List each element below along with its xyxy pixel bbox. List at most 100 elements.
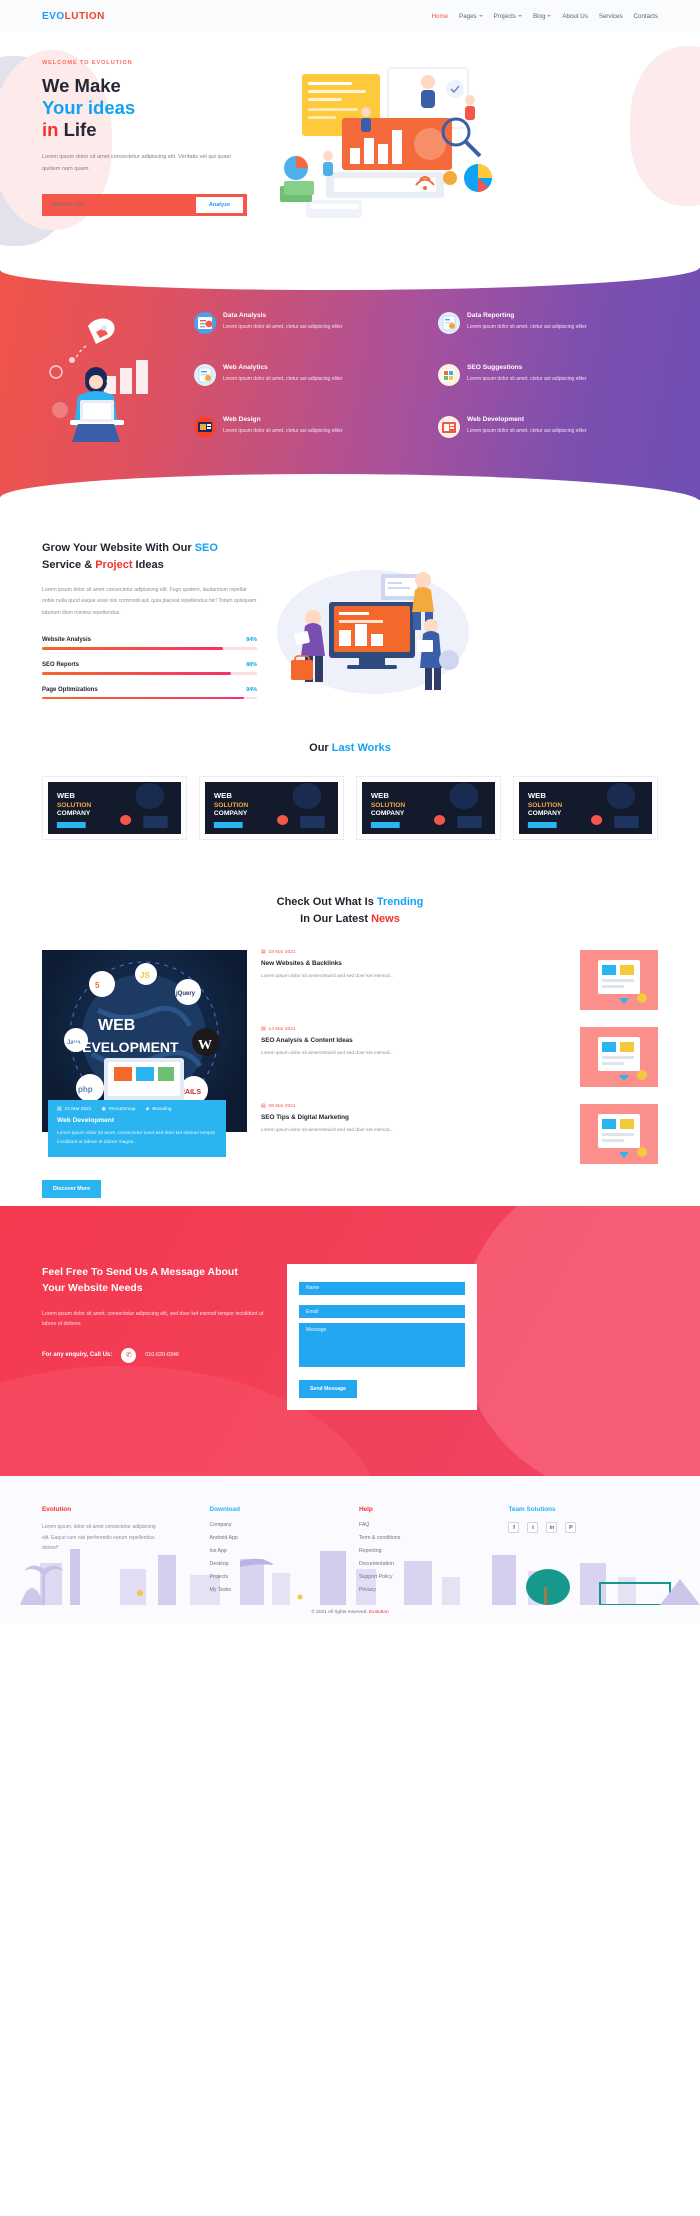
footer-brand-text: Lorem ipsum, dolor sit amet consectetur …: [42, 1524, 156, 1552]
grow-section: Grow Your Website With Our SEO Service &…: [0, 500, 700, 728]
svg-text:WEB: WEB: [98, 1017, 135, 1034]
analyze-button[interactable]: Analyze: [195, 196, 243, 213]
footer-link-desktop[interactable]: Desktop: [209, 1561, 359, 1567]
site-logo[interactable]: EVOLUTION: [42, 11, 105, 22]
progress-fill: [42, 671, 232, 675]
grow-paragraph: Lorem ipsum dolor sit amet consectetur a…: [42, 587, 257, 616]
featured-article[interactable]: 5 JS jQuery W RAILS Java php WEB DEVELOP…: [42, 950, 247, 1157]
news-item-date-text: 18 Mar 2021: [268, 950, 296, 956]
news-item-date-text: 06 Mar 2021: [268, 1104, 296, 1110]
progress-label: Page Optimizations: [42, 686, 98, 693]
works-title-a: Our: [309, 742, 332, 754]
nav-item-contacts[interactable]: Contacts: [634, 13, 658, 20]
hero-section: WELCOME TO EVOLUTION We Make Your ideas …: [0, 32, 700, 260]
progress-label: Website Analysis: [42, 637, 92, 644]
news-list-item[interactable]: ▤ 06 Mar 2021 SEO Tips & Digital Marketin…: [261, 1104, 658, 1165]
facebook-icon[interactable]: f: [508, 1522, 520, 1534]
footer-link-terms[interactable]: Term & conditions: [359, 1535, 509, 1541]
calendar-icon: ▤: [261, 950, 266, 956]
grow-title-c: Ideas: [132, 558, 164, 571]
service-item-web-analytics[interactable]: Web Analytics Lorem ipsum dolor sit amet…: [194, 364, 422, 400]
service-item-data-analysis[interactable]: Data Analysis Lorem ipsum dolor sit amet…: [194, 312, 422, 348]
footer-link-faq[interactable]: FAQ: [359, 1522, 509, 1528]
url-analyze-bar: Analyze: [42, 193, 247, 216]
news-list-item[interactable]: ▤ 14 Mar 2021 SEO Analysis & Content Idea…: [261, 1027, 658, 1088]
nav-item-services[interactable]: Services: [599, 13, 623, 20]
service-item-web-design[interactable]: Web Design Lorem ipsum dolor sit amet, c…: [194, 416, 422, 452]
grow-heading: Grow Your Website With Our SEO Service &…: [42, 540, 257, 573]
contact-call-label: For any enquiry, Call Us:: [42, 1352, 113, 1359]
service-title: Web Design: [223, 416, 261, 423]
service-desc: Lorem ipsum dolor sit amet, ctetur aoi a…: [223, 324, 343, 330]
pinterest-icon[interactable]: P: [565, 1522, 577, 1534]
logo-part-evo: EVO: [42, 10, 65, 22]
service-item-data-reporting[interactable]: Data Reporting Lorem ipsum dolor sit ame…: [438, 312, 666, 348]
web-analytics-icon: [194, 364, 216, 386]
top-navbar: EVOLUTION Home Pages Projects Blog About…: [0, 0, 700, 32]
news-item-thumbnail: [580, 950, 658, 1011]
nav-label: Blog: [533, 12, 546, 20]
svg-text:W: W: [198, 1038, 212, 1053]
news-title-a: Check Out What Is: [276, 896, 377, 908]
footer-link-ios-app[interactable]: Ios App: [209, 1548, 359, 1554]
nav-item-pages[interactable]: Pages: [459, 13, 483, 20]
svg-text:WEB: WEB: [214, 791, 232, 800]
news-title-news: News: [371, 913, 400, 926]
contact-message-input[interactable]: [299, 1323, 465, 1368]
work-card[interactable]: WEB SOLUTION COMPANY: [356, 776, 501, 840]
grow-illustration: [273, 540, 658, 720]
discover-more-button[interactable]: Discover More: [42, 1180, 102, 1199]
svg-text:COMPANY: COMPANY: [528, 810, 562, 817]
footer-link-company[interactable]: Company: [209, 1522, 359, 1528]
footer-link-reporting[interactable]: Reporting: [359, 1548, 509, 1554]
nav-item-projects[interactable]: Projects: [494, 13, 522, 20]
footer-link-support-policy[interactable]: Support Policy: [359, 1574, 509, 1580]
send-message-button[interactable]: Send Message: [299, 1380, 358, 1399]
work-thumbnail: WEB SOLUTION COMPANY: [48, 782, 181, 834]
footer-link-privacy[interactable]: Privacy: [359, 1587, 509, 1593]
footer-brand-col: Evolution Lorem ipsum, dolor sit amet co…: [42, 1506, 209, 1600]
linkedin-icon[interactable]: in: [546, 1522, 558, 1534]
footer-link-android-app[interactable]: Android App: [209, 1535, 359, 1541]
calendar-icon: ▤: [261, 1027, 266, 1033]
progress-row-page-optimizations: Page Optimizations 94%: [42, 687, 257, 700]
nav-label: Home: [431, 12, 449, 20]
chevron-down-icon: [547, 15, 552, 17]
nav-label: Services: [598, 12, 623, 20]
svg-text:WEB: WEB: [528, 791, 546, 800]
news-list-item[interactable]: ▤ 18 Mar 2021 New Websites & Backlinks Lo…: [261, 950, 658, 1011]
data-reporting-icon: [438, 312, 460, 334]
work-card[interactable]: WEB SOLUTION COMPANY: [199, 776, 344, 840]
contact-title-line2: Your Website Needs: [42, 1282, 143, 1295]
news-title-trending: Trending: [376, 896, 424, 908]
service-title: SEO Suggestions: [467, 364, 523, 371]
nav-item-about-us[interactable]: About Us: [562, 13, 587, 20]
contact-name-input[interactable]: [299, 1281, 465, 1295]
footer-link-documentation[interactable]: Documentation: [359, 1561, 509, 1567]
contact-phone-number: 010-020-0346: [145, 1352, 179, 1359]
hero-line-1: We Make: [42, 75, 121, 96]
news-item-thumbnail: [580, 1104, 658, 1165]
service-item-seo-suggestions[interactable]: SEO Suggestions Lorem ipsum dolor sit am…: [438, 364, 666, 400]
progress-value: 94%: [246, 686, 257, 693]
logo-part-lution: LUTION: [64, 10, 105, 22]
nav-item-blog[interactable]: Blog: [533, 12, 552, 20]
contact-title-line1: Feel Free To Send Us A Message About: [42, 1266, 238, 1279]
service-title: Data Reporting: [467, 312, 515, 319]
nav-item-home[interactable]: Home: [432, 13, 449, 20]
service-item-web-development[interactable]: Web Development Lorem ipsum dolor sit am…: [438, 416, 666, 452]
service-desc: Lorem ipsum dolor sit amet, ctetur aoi a…: [467, 324, 587, 330]
featured-tag: ◈ Branding: [146, 1107, 172, 1112]
contact-email-input[interactable]: [299, 1305, 465, 1319]
footer-link-my-tasks[interactable]: My Tasks: [209, 1587, 359, 1593]
footer-link-projects[interactable]: Projects: [209, 1574, 359, 1580]
twitter-icon[interactable]: t: [527, 1522, 539, 1534]
news-item-text: Lorem ipsum dolor sit amsectetuird and s…: [261, 974, 394, 980]
work-card[interactable]: WEB SOLUTION COMPANY: [42, 776, 187, 840]
service-title: Web Analytics: [223, 364, 268, 371]
website-url-input[interactable]: [52, 201, 172, 208]
social-links: f t in P: [508, 1522, 658, 1534]
work-card[interactable]: WEB SOLUTION COMPANY: [513, 776, 658, 840]
landing-page: EVOLUTION Home Pages Projects Blog About…: [0, 0, 700, 1624]
data-analysis-icon: [194, 312, 216, 334]
